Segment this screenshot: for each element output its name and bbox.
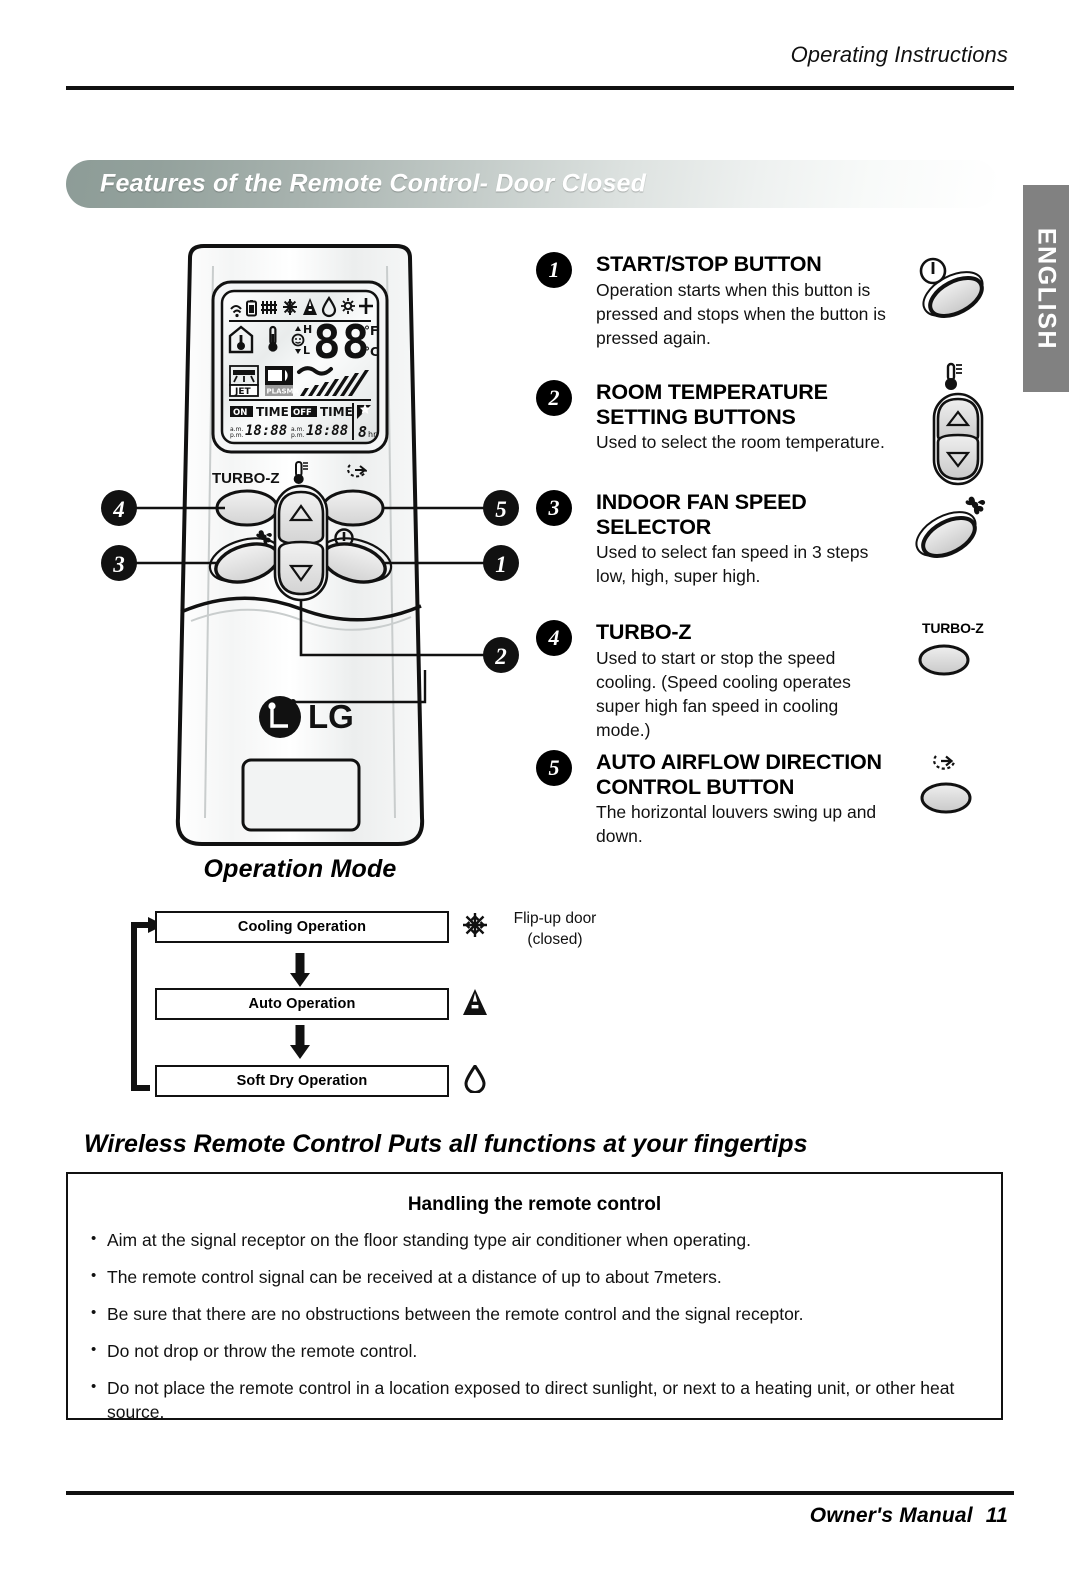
operation-step-1-label: Cooling Operation: [237, 919, 367, 935]
feature-art-5: [906, 750, 1006, 840]
feature-art-3: [906, 490, 1006, 580]
svg-text:4: 4: [112, 497, 125, 522]
svg-text:3: 3: [112, 552, 125, 577]
operation-step-2-label: Auto Operation: [248, 996, 356, 1012]
svg-text:L: L: [303, 344, 310, 357]
list-item: Be sure that there are no obstructions b…: [90, 1301, 985, 1326]
footer-label: Owner's Manual: [809, 1504, 973, 1527]
feature-desc-3: Used to select fan speed in 3 steps low,…: [596, 542, 869, 586]
operation-step-1: Cooling Operation: [155, 911, 449, 943]
feature-title-1: START/STOP BUTTON: [596, 252, 822, 276]
lcd-temp-digits: 88: [313, 315, 370, 369]
section-banner: Features of the Remote Control- Door Clo…: [66, 160, 998, 208]
thermometer-icon: [945, 362, 962, 390]
svg-text:18:88: 18:88: [306, 423, 348, 439]
feature-badge-5: 5: [536, 750, 572, 786]
handling-note-list: Aim at the signal receptor on the floor …: [90, 1227, 985, 1437]
svg-text:1: 1: [495, 552, 507, 577]
svg-text:PLASMA: PLASMA: [267, 388, 300, 396]
remote-temp-buttons: [273, 484, 329, 602]
feature-desc-4: Used to start or stop the speed cooling.…: [596, 647, 851, 740]
feature-item-3: 3 INDOOR FAN SPEED SELECTOR Used to sele…: [536, 490, 1006, 620]
feature-item-2: 2 ROOM TEMPERATURE SETTING BUTTONS Used …: [536, 362, 1006, 490]
svg-text:2: 2: [494, 644, 507, 669]
svg-text:LG: LG: [308, 698, 354, 735]
footer-rule: [66, 1491, 1014, 1495]
feature-desc-5: The horizontal louvers swing up and down…: [596, 802, 877, 846]
airflow-swing-icon: [933, 755, 956, 770]
svg-text:ON: ON: [233, 408, 247, 418]
airflow-round-button: [920, 782, 972, 814]
operation-step-2: Auto Operation: [155, 988, 449, 1020]
svg-text:8: 8: [358, 423, 367, 441]
language-tab: ENGLISH: [1023, 185, 1069, 392]
feature-desc-1: Operation starts when this button is pre…: [596, 279, 886, 348]
fan-icon: [965, 496, 986, 515]
page-number: 11: [985, 1504, 1008, 1527]
footer: Owner's Manual 11: [810, 1504, 1008, 1528]
feature-title-5: AUTO AIRFLOW DIRECTION CONTROL BUTTON: [596, 750, 882, 799]
features-list: 1 START/STOP BUTTON Operation starts whe…: [536, 252, 1006, 870]
feature-badge-3: 3: [536, 490, 572, 526]
list-item: Do not drop or throw the remote control.: [90, 1338, 985, 1363]
header-eyebrow: Operating Instructions: [790, 42, 1008, 67]
feature-art-2: [906, 358, 1006, 488]
svg-text:p.m.: p.m.: [291, 432, 305, 439]
svg-text:TIME: TIME: [256, 405, 289, 419]
feature-item-4: 4 TURBO-Z Used to start or stop the spee…: [536, 620, 1006, 750]
remote-illustration: H L 88 °F °C JET PLASMA ON TIME a.m. p.m…: [95, 240, 596, 948]
svg-text:5: 5: [495, 497, 507, 522]
feature-badge-1: 1: [536, 252, 572, 288]
feature-title-3: INDOOR FAN SPEED SELECTOR: [596, 490, 807, 539]
operation-mode-title: Operation Mode: [203, 855, 397, 883]
svg-text:TIME: TIME: [320, 405, 353, 419]
handling-note-title: Handling the remote control: [407, 1194, 662, 1215]
feature-desc-2: Used to select the room temperature.: [596, 432, 885, 452]
svg-text:OFF: OFF: [293, 408, 312, 418]
feature-item-5: 5 AUTO AIRFLOW DIRECTION CONTROL BUTTON …: [536, 750, 1006, 870]
lcd-unit-c: °C: [364, 345, 379, 359]
svg-text:H: H: [303, 323, 312, 336]
operation-mode-chart: Cooling Operation Auto Operation Soft Dr: [120, 893, 520, 1108]
remote-airflow-button: [321, 489, 385, 527]
wireless-section-title: Wireless Remote Control Puts all functio…: [84, 1130, 808, 1158]
feature-art-1: [906, 252, 1006, 342]
turbo-z-art-label: TURBO-Z: [922, 620, 984, 636]
operation-step-2-icon: [458, 988, 492, 1016]
lcd-unit-f: °F: [364, 324, 378, 338]
feature-title-2: ROOM TEMPERATURE SETTING BUTTONS: [596, 380, 828, 429]
list-item: The remote control signal can be receive…: [90, 1264, 985, 1289]
lcd-jet-icon: JET: [229, 365, 259, 397]
svg-text:18:88: 18:88: [245, 423, 287, 439]
svg-text:JET: JET: [234, 387, 251, 397]
feature-art-4: TURBO-Z: [906, 620, 1006, 710]
feature-title-4: TURBO-Z: [596, 620, 692, 644]
header-rule: [66, 86, 1014, 90]
svg-text:p.m.: p.m.: [230, 432, 244, 439]
remote-turbo-z-button: [215, 489, 279, 527]
list-item: Aim at the signal receptor on the floor …: [90, 1227, 985, 1252]
remote-diagram-svg: H L 88 °F °C JET PLASMA ON TIME a.m. p.m…: [101, 244, 519, 846]
operation-step-1-icon: [458, 911, 492, 939]
operation-step-3-icon: [458, 1065, 492, 1093]
svg-text:hr.: hr.: [368, 430, 378, 439]
operation-step-3-label: Soft Dry Operation: [236, 1073, 368, 1089]
temp-up-down-buttons: [932, 392, 984, 486]
feature-badge-2: 2: [536, 380, 572, 416]
feature-badge-4: 4: [536, 620, 572, 656]
handling-note-box: Handling the remote control Aim at the s…: [66, 1172, 1003, 1422]
list-item: Do not place the remote control in a loc…: [90, 1375, 985, 1424]
section-title: Features of the Remote Control- Door Clo…: [100, 169, 647, 198]
operation-step-3: Soft Dry Operation: [155, 1065, 449, 1097]
snowflake-icon: [283, 299, 297, 315]
turbo-z-print-label: TURBO-Z: [212, 470, 280, 487]
language-tab-label: ENGLISH: [1032, 227, 1061, 350]
turbo-z-round-button: [918, 644, 970, 676]
manual-page: Operating Instructions ENGLISH Features …: [0, 0, 1080, 1583]
